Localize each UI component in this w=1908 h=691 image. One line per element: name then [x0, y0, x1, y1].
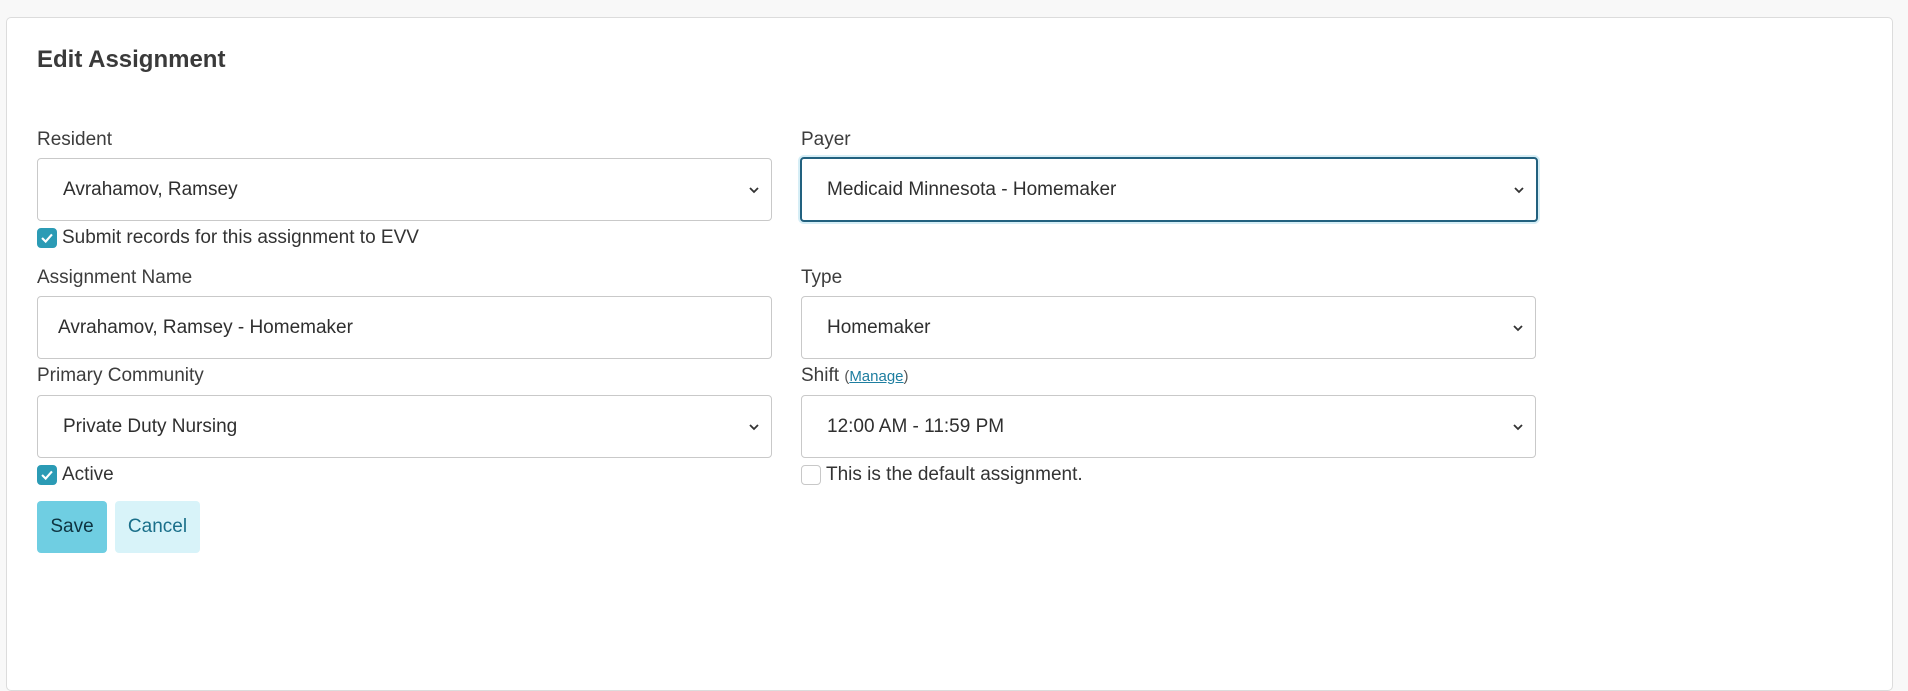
shift-label: Shift	[801, 365, 840, 386]
evv-checkbox-label: Submit records for this assignment to EV…	[62, 227, 419, 248]
primary-community-value: Private Duty Nursing	[63, 415, 238, 437]
primary-community-label: Primary Community	[37, 365, 204, 386]
type-label: Type	[801, 267, 843, 288]
shift-paren-close: )	[903, 368, 909, 385]
payer-select[interactable]: Medicaid Minnesota - Homemaker	[800, 157, 1538, 222]
payer-value: Medicaid Minnesota - Homemaker	[827, 178, 1117, 200]
active-checkbox-label: Active	[62, 464, 114, 485]
resident-label: Resident	[37, 129, 112, 150]
default-assignment-label: This is the default assignment.	[826, 464, 1083, 485]
active-checkbox[interactable]	[37, 465, 57, 485]
primary-community-select[interactable]: Private Duty Nursing	[37, 395, 772, 458]
shift-label-group: Shift (Manage)	[801, 366, 909, 385]
shift-select[interactable]: 12:00 AM - 11:59 PM	[801, 395, 1536, 458]
type-value: Homemaker	[827, 316, 931, 338]
assignment-name-label: Assignment Name	[37, 267, 193, 288]
cancel-button[interactable]: Cancel	[115, 501, 200, 553]
resident-select[interactable]: Avrahamov, Ramsey	[37, 158, 772, 221]
check-icon	[41, 470, 53, 481]
evv-checkbox[interactable]	[37, 228, 57, 248]
manage-shift-link[interactable]: Manage	[849, 368, 903, 385]
chevron-down-icon	[749, 186, 759, 193]
page-title: Edit Assignment	[37, 46, 226, 73]
assignment-name-input[interactable]: Avrahamov, Ramsey - Homemaker	[37, 296, 772, 359]
default-assignment-checkbox[interactable]	[801, 465, 821, 485]
shift-value: 12:00 AM - 11:59 PM	[827, 415, 1005, 437]
assignment-name-value: Avrahamov, Ramsey - Homemaker	[58, 316, 353, 338]
payer-label: Payer	[801, 129, 851, 150]
chevron-down-icon	[1514, 186, 1524, 193]
resident-value: Avrahamov, Ramsey	[63, 178, 238, 200]
save-button[interactable]: Save	[37, 501, 107, 553]
check-icon	[41, 233, 53, 244]
edit-assignment-card: Edit Assignment Resident Avrahamov, Rams…	[6, 17, 1893, 691]
chevron-down-icon	[1513, 324, 1523, 331]
chevron-down-icon	[1513, 423, 1523, 430]
chevron-down-icon	[749, 423, 759, 430]
type-select[interactable]: Homemaker	[801, 296, 1536, 359]
